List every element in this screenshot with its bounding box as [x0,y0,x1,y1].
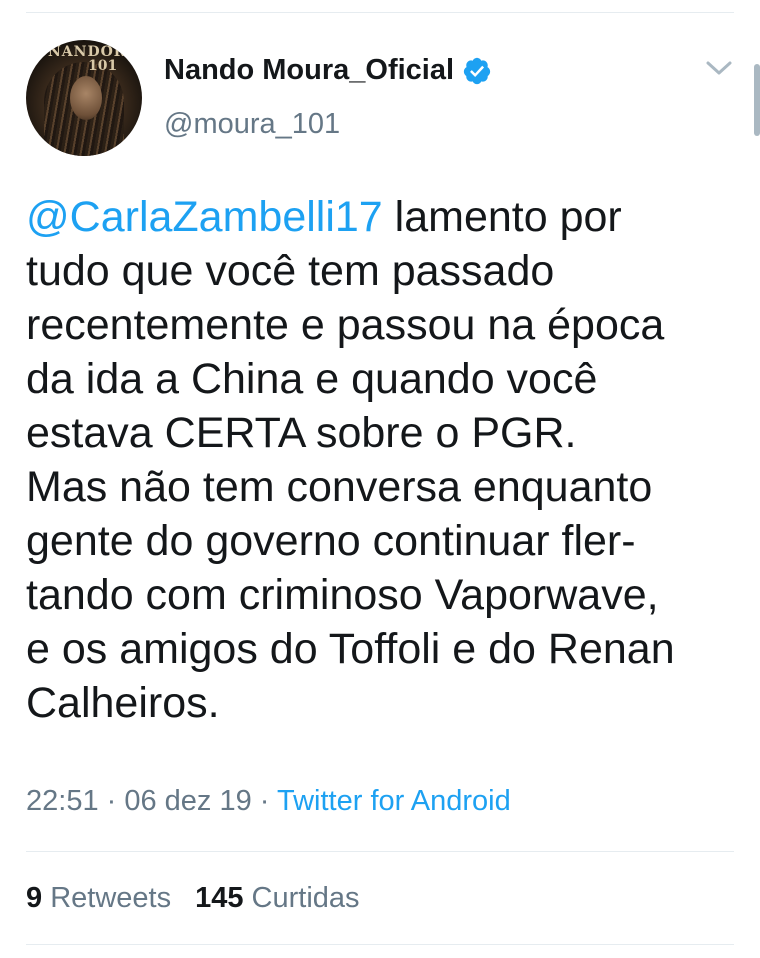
retweets-stat[interactable]: 9 Retweets [26,882,171,914]
avatar[interactable]: NANDOR 101 [26,40,142,156]
meta-separator-2: · [251,785,277,817]
tweet-body: lamento por tudo que você tem passado re… [26,193,675,727]
tweet-meta: 22:51 · 06 dez 19 · Twitter for Android [26,785,511,818]
meta-separator: · [98,785,125,817]
retweets-count: 9 [26,882,43,914]
tweet-date: 06 dez 19 [124,785,252,817]
tweet-stats: 9 Retweets 145 Curtidas [26,882,360,915]
stats-divider-bottom [26,944,734,945]
likes-count: 145 [195,882,244,914]
tweet-source-link[interactable]: Twitter for Android [277,785,511,817]
tweet-header: NANDOR 101 Nando Moura_Oficial @moura_10… [26,40,734,160]
avatar-logo-number: 101 [88,58,118,74]
scrollbar[interactable] [754,64,760,136]
top-divider [26,12,734,13]
tweet-time: 22:51 [26,785,99,817]
display-name[interactable]: Nando Moura_Oficial [164,54,454,87]
retweets-label: Retweets [50,882,172,914]
author-handle[interactable]: @moura_101 [164,108,340,141]
author-name-row: Nando Moura_Oficial [164,54,492,87]
chevron-down-icon[interactable] [704,58,734,78]
mention-link[interactable]: @CarlaZambelli17 [26,193,383,241]
verified-badge-icon [463,57,491,84]
likes-label: Curtidas [251,882,360,914]
likes-stat[interactable]: 145 Curtidas [195,882,359,914]
tweet-text: @CarlaZambelli17 lamento por tudo que vo… [26,190,738,730]
stats-divider-top [26,851,734,852]
